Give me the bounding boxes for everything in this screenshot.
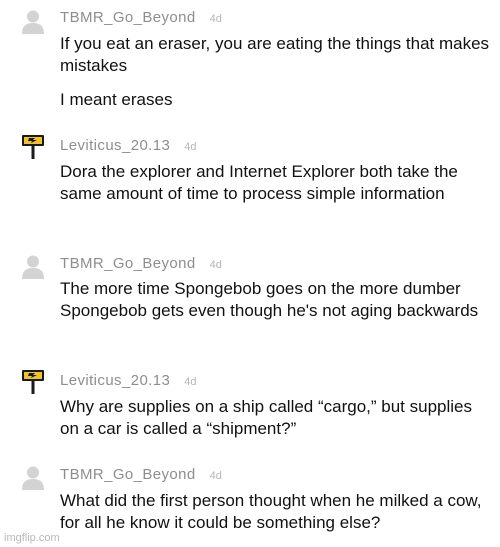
comment-text: Dora the explorer and Internet Explorer … [60,162,458,203]
lightning-sign-icon[interactable] [22,135,44,159]
timestamp: 4d [209,259,222,271]
lightning-sign-icon[interactable] [22,370,44,394]
username[interactable]: TBMR_Go_Beyond [60,466,196,483]
comment-text: The more time Spongebob goes on the more… [60,279,479,320]
comment-text: What did the first person thought when h… [60,491,482,532]
default-user-icon[interactable] [22,10,44,34]
default-user-icon[interactable] [22,466,44,490]
timestamp: 4d [209,13,222,25]
comment-text: I meant erases [60,90,173,109]
username[interactable]: TBMR_Go_Beyond [60,255,196,272]
watermark: imgflip.com [4,532,60,544]
timestamp: 4d [184,141,197,153]
default-user-icon[interactable] [22,255,44,279]
timestamp: 4d [209,470,222,482]
comment-text: Why are supplies on a ship called “cargo… [60,397,472,438]
username[interactable]: Leviticus_20.13 [60,137,170,154]
username[interactable]: Leviticus_20.13 [60,372,170,389]
timestamp: 4d [184,376,197,388]
comment-text: If you eat an eraser, you are eating the… [60,34,490,75]
username[interactable]: TBMR_Go_Beyond [60,9,196,26]
